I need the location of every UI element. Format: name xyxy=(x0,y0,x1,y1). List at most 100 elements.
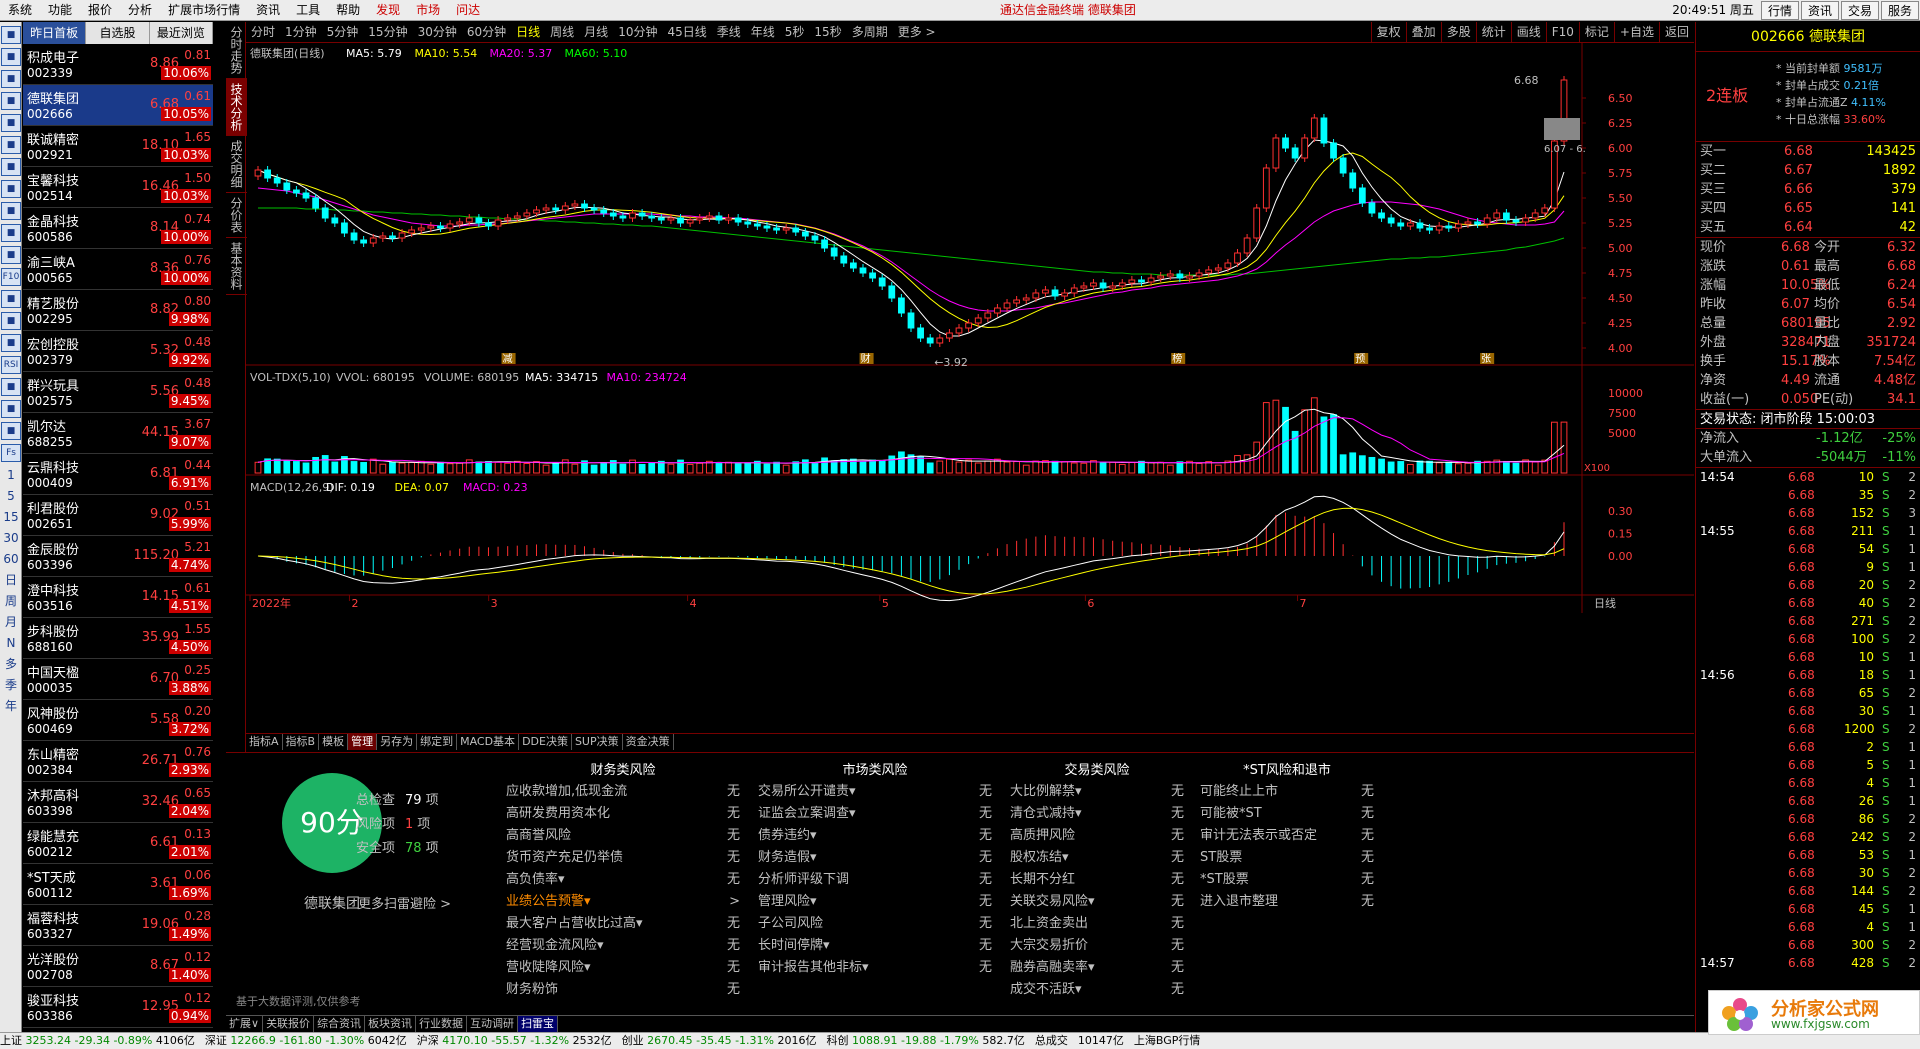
period-item[interactable]: 多周期 xyxy=(847,22,893,43)
chart-tool-button[interactable]: F10 xyxy=(1545,22,1579,42)
chart2-icon[interactable]: Fs xyxy=(1,444,21,462)
stock-row[interactable]: 金晶科技 600586 8.14 0.74 10.00% xyxy=(23,208,213,249)
period-shortcut[interactable]: 15 xyxy=(1,508,21,526)
info-tab[interactable]: 扫雷宝 xyxy=(518,1016,559,1032)
top-right-button[interactable]: 行情 xyxy=(1760,1,1799,20)
wave-icon[interactable]: ■ xyxy=(1,312,21,330)
f10-icon[interactable]: F10 xyxy=(1,268,21,286)
risk-item[interactable]: 大宗交易折价 无 xyxy=(1002,935,1192,957)
period-shortcut[interactable]: 5 xyxy=(1,487,21,505)
chart-tool-button[interactable]: 统计 xyxy=(1475,22,1511,42)
menu-item-red[interactable]: 发现 xyxy=(368,0,408,21)
risk-item[interactable]: 子公司风险 无 xyxy=(750,913,1000,935)
period-item[interactable]: 季线 xyxy=(712,22,746,43)
stock-row[interactable]: 利君股份 002651 9.02 0.51 5.99% xyxy=(23,495,213,536)
period-item[interactable]: 45日线 xyxy=(662,22,711,43)
period-shortcut[interactable]: 月 xyxy=(1,613,21,631)
menu-item[interactable]: 工具 xyxy=(288,0,328,21)
period-item[interactable]: 15分钟 xyxy=(363,22,412,43)
indicator-tab[interactable]: SUP决策 xyxy=(572,734,623,750)
info-tab[interactable]: 综合资讯 xyxy=(314,1016,366,1032)
stock-row[interactable]: 东山精密 002384 26.71 0.76 2.93% xyxy=(23,741,213,782)
stock-row[interactable]: 风神股份 600469 5.58 0.20 3.72% xyxy=(23,700,213,741)
menu-item[interactable]: 分析 xyxy=(120,0,160,21)
menu-item-red[interactable]: 市场 xyxy=(408,0,448,21)
indicator-tab[interactable]: 模板 xyxy=(319,734,349,750)
period-shortcut[interactable]: 日 xyxy=(1,571,21,589)
risk-item[interactable]: 证监会立案调查▾ 无 xyxy=(750,803,1000,825)
indicator-tab[interactable]: 绑定到 xyxy=(417,734,458,750)
index-quote[interactable]: 科创 1088.91 -19.88 -1.79% 582.7亿 xyxy=(827,1033,1025,1049)
pie-icon[interactable]: ■ xyxy=(1,158,21,176)
info-tab[interactable]: 板块资讯 xyxy=(365,1016,417,1032)
chart-tool-button[interactable]: 标记 xyxy=(1578,22,1614,42)
period-item[interactable]: 分时 xyxy=(246,22,280,43)
period-shortcut[interactable]: 30 xyxy=(1,529,21,547)
indicator-tab[interactable]: MACD基本 xyxy=(457,734,520,750)
line-icon[interactable]: ■ xyxy=(1,290,21,308)
risk-item[interactable]: 高负债率▾ 无 xyxy=(498,869,748,891)
period-shortcut[interactable]: 年 xyxy=(1,697,21,715)
period-shortcut[interactable]: 多 xyxy=(1,655,21,673)
stock-row[interactable]: 宝馨科技 002514 16.46 1.50 10.03% xyxy=(23,167,213,208)
info-tab[interactable]: 互动调研 xyxy=(467,1016,519,1032)
index-quote[interactable]: 沪深 4170.10 -55.57 -1.32% 2532亿 xyxy=(417,1033,612,1049)
stock-row[interactable]: 骏亚科技 603386 12.95 0.12 0.94% xyxy=(23,987,213,1028)
order-row[interactable]: 买五 6.64 42 xyxy=(1696,218,1920,237)
stock-row[interactable]: 德联集团 002666 6.68 0.61 10.05% xyxy=(23,85,213,126)
index-quote[interactable]: 深证 12266.9 -161.80 -1.30% 6042亿 xyxy=(205,1033,407,1049)
risk-item[interactable]: 营收陡降风险▾ 无 xyxy=(498,957,748,979)
menu-item-red[interactable]: 问达 xyxy=(448,0,488,21)
period-shortcut[interactable]: N xyxy=(1,634,21,652)
chart-svg[interactable]: 德联集团(日线) MA5: 5.79 MA10: 5.54 MA20: 5.37 MA6… xyxy=(246,43,1694,733)
top-right-button[interactable]: 服务 xyxy=(1880,1,1919,20)
stock-row[interactable]: 精艺股份 002295 8.82 0.80 9.98% xyxy=(23,290,213,331)
stock-list-tab[interactable]: 昨日首板 xyxy=(23,22,87,44)
search-icon[interactable]: ■ xyxy=(1,246,21,264)
stock-row[interactable]: 凯尔达 688255 44.15 3.67 9.07% xyxy=(23,413,213,454)
risk-item[interactable]: 财务粉饰 无 xyxy=(498,979,748,1001)
period-shortcut[interactable]: 60 xyxy=(1,550,21,568)
menu-item[interactable]: 系统 xyxy=(0,0,40,21)
stock-row[interactable]: 步科股份 688160 35.99 1.55 4.50% xyxy=(23,618,213,659)
top-right-button[interactable]: 交易 xyxy=(1840,1,1879,20)
kline-chart[interactable]: 德联集团(日线) MA5: 5.79 MA10: 5.54 MA20: 5.37 MA6… xyxy=(246,43,1694,753)
info-tab[interactable]: 行业数据 xyxy=(416,1016,468,1032)
risk-item[interactable]: 审计报告其他非标▾ 无 xyxy=(750,957,1000,979)
menu-item[interactable]: 报价 xyxy=(80,0,120,21)
view-tab[interactable]: 分时走势 xyxy=(226,22,247,79)
chart-tool-button[interactable]: +自选 xyxy=(1613,22,1659,42)
stock-row[interactable]: 宏创控股 002379 5.32 0.48 9.92% xyxy=(23,331,213,372)
period-item[interactable]: 5秒 xyxy=(780,22,810,43)
info-tab[interactable]: 关联报价 xyxy=(263,1016,315,1032)
risk-item[interactable]: 清仓式减持▾ 无 xyxy=(1002,803,1192,825)
risk-item[interactable]: 成交不活跃▾ 无 xyxy=(1002,979,1192,1001)
order-row[interactable]: 买一 6.68 143425 xyxy=(1696,142,1920,161)
risk-item[interactable]: 股权冻结▾ 无 xyxy=(1002,847,1192,869)
stock-list-tab[interactable]: 自选股 xyxy=(86,22,150,44)
risk-item[interactable]: 长时间停牌▾ 无 xyxy=(750,935,1000,957)
bell-icon[interactable]: ■ xyxy=(1,202,21,220)
stock-row[interactable]: 中国天楹 000035 6.70 0.25 3.88% xyxy=(23,659,213,700)
risk-item[interactable]: 可能终止上市 无 xyxy=(1192,781,1382,803)
period-shortcut[interactable]: 周 xyxy=(1,592,21,610)
risk-item[interactable]: 长期不分红 无 xyxy=(1002,869,1192,891)
rsi-icon[interactable]: RSI xyxy=(1,356,21,374)
risk-item[interactable]: 债券违约▾ 无 xyxy=(750,825,1000,847)
stock-row[interactable]: 福蓉科技 603327 19.06 0.28 1.49% xyxy=(23,905,213,946)
order-row[interactable]: 买三 6.66 379 xyxy=(1696,180,1920,199)
table-icon[interactable]: ■ xyxy=(1,136,21,154)
chart-tool-button[interactable]: 多股 xyxy=(1440,22,1476,42)
risk-item[interactable]: 交易所公开谴责▾ 无 xyxy=(750,781,1000,803)
index-quote[interactable]: 创业 2670.45 -35.45 -1.31% 2016亿 xyxy=(622,1033,817,1049)
gear-icon[interactable]: ■ xyxy=(1,334,21,352)
period-item[interactable]: 5分钟 xyxy=(322,22,364,43)
risk-item[interactable]: 管理风险▾ 无 xyxy=(750,891,1000,913)
period-item[interactable]: 60分钟 xyxy=(462,22,511,43)
view-tab[interactable]: 技术分析 xyxy=(226,79,247,136)
list-icon[interactable]: ■ xyxy=(1,70,21,88)
stock-row[interactable]: 渝三峡A 000565 8.36 0.76 10.00% xyxy=(23,249,213,290)
risk-item[interactable]: 关联交易风险▾ 无 xyxy=(1002,891,1192,913)
stock-row[interactable]: 积成电子 002339 8.86 0.81 10.06% xyxy=(23,44,213,85)
more-risk-link[interactable]: 更多扫雷避险 > xyxy=(358,893,451,912)
